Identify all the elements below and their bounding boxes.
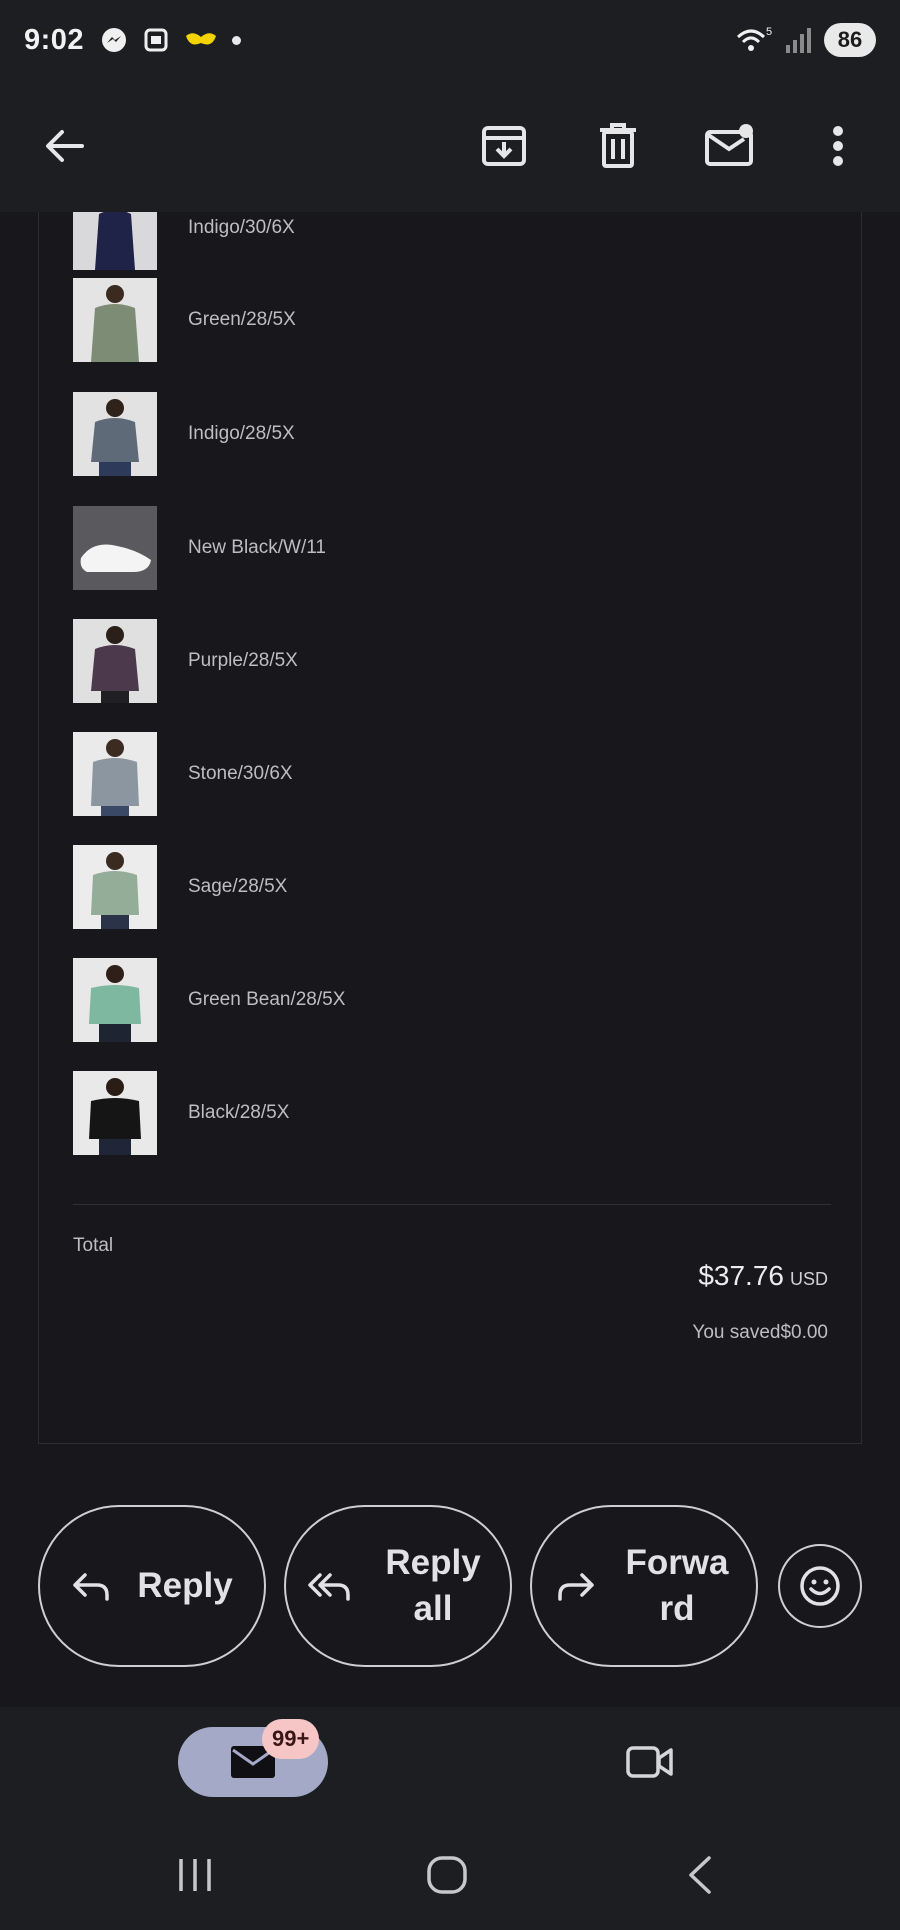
status-time: 9:02 [24,23,85,56]
product-thumbnail [73,619,157,703]
archive-button[interactable] [464,106,544,186]
item-variant: Stone/30/6X [188,763,293,784]
order-item[interactable]: Green/28/5X [73,278,773,362]
total-divider [73,1204,831,1205]
signal-icon [786,28,811,53]
home-icon [427,1856,467,1894]
recent-apps-button[interactable] [155,1845,235,1905]
back-button[interactable] [24,106,104,186]
mark-unread-icon [705,124,753,166]
reply-button[interactable]: Reply [38,1505,266,1667]
order-item[interactable]: Stone/30/6X [73,732,773,816]
screenshot-icon [144,28,168,52]
delete-button[interactable] [578,106,658,186]
battery-indicator: 86 [824,23,876,57]
item-variant: New Black/W/11 [188,537,326,558]
product-thumbnail [73,732,157,816]
total-label: Total [73,1235,114,1256]
item-variant: Purple/28/5X [188,650,298,671]
notification-icons [100,26,242,54]
system-navigation [0,1815,900,1930]
reply-all-icon [308,1573,350,1601]
product-thumbnail [73,506,157,590]
order-summary-card: Indigo/30/6X Green/28/5X Indigo/28/5X Ne… [38,212,862,1444]
product-thumbnail [73,392,157,476]
forward-label: Forward [625,1543,729,1628]
more-vertical-icon [833,126,843,166]
reply-all-label: Reply all [385,1543,481,1628]
item-variant: Green Bean/28/5X [188,989,346,1010]
order-item[interactable]: Purple/28/5X [73,619,773,703]
mark-unread-button[interactable] [690,106,770,186]
chevron-left-icon [689,1856,711,1894]
saved-amount: You saved$0.00 [692,1322,828,1343]
product-thumbnail [73,212,157,270]
item-variant: Black/28/5X [188,1102,290,1123]
product-thumbnail [73,1071,157,1155]
item-variant: Sage/28/5X [188,876,288,897]
item-variant: Indigo/30/6X [188,217,295,238]
forward-button[interactable]: Forward [530,1505,758,1667]
order-item[interactable]: Sage/28/5X [73,845,773,929]
system-back-button[interactable] [660,1845,740,1905]
reply-actions: Reply Reply all Forward [0,1467,900,1707]
archive-icon [482,126,526,166]
total-value: $37.76 [698,1260,784,1291]
home-button[interactable] [407,1845,487,1905]
reply-label: Reply [137,1566,233,1605]
more-notifications-dot [232,35,242,45]
yellow-app-icon [186,33,217,45]
messenger-icon [102,28,127,52]
item-variant: Green/28/5X [188,309,296,330]
email-toolbar [0,80,900,212]
network-type: 5 [766,26,772,38]
back-arrow-icon [46,130,84,162]
order-item[interactable]: Black/28/5X [73,1071,773,1155]
emoji-icon [800,1566,840,1606]
product-thumbnail [73,278,157,362]
product-thumbnail [73,845,157,929]
trash-icon [600,123,636,168]
status-bar: 9:02 5 86 [0,0,900,80]
bottom-navigation: 99+ [0,1707,900,1815]
meet-tab[interactable] [610,1727,690,1797]
wifi-icon: 5 [736,26,772,51]
forward-icon [558,1573,594,1601]
order-item[interactable]: Indigo/28/5X [73,392,773,476]
order-item[interactable]: Indigo/30/6X [73,212,773,270]
product-thumbnail [73,958,157,1042]
more-options-button[interactable] [798,106,878,186]
reply-all-button[interactable]: Reply all [284,1505,512,1667]
order-item[interactable]: Green Bean/28/5X [73,958,773,1042]
recent-apps-icon [179,1859,211,1891]
item-variant: Indigo/28/5X [188,423,295,444]
reply-icon [73,1573,110,1601]
video-camera-icon [626,1746,673,1778]
total-amount: $37.76 USD [698,1260,828,1292]
status-right: 5 86 [734,23,876,57]
order-item[interactable]: New Black/W/11 [73,506,773,590]
unread-badge: 99+ [262,1719,320,1759]
emoji-reaction-button[interactable] [778,1544,862,1628]
email-body[interactable]: Indigo/30/6X Green/28/5X Indigo/28/5X Ne… [0,212,900,1467]
total-currency: USD [789,1269,828,1289]
